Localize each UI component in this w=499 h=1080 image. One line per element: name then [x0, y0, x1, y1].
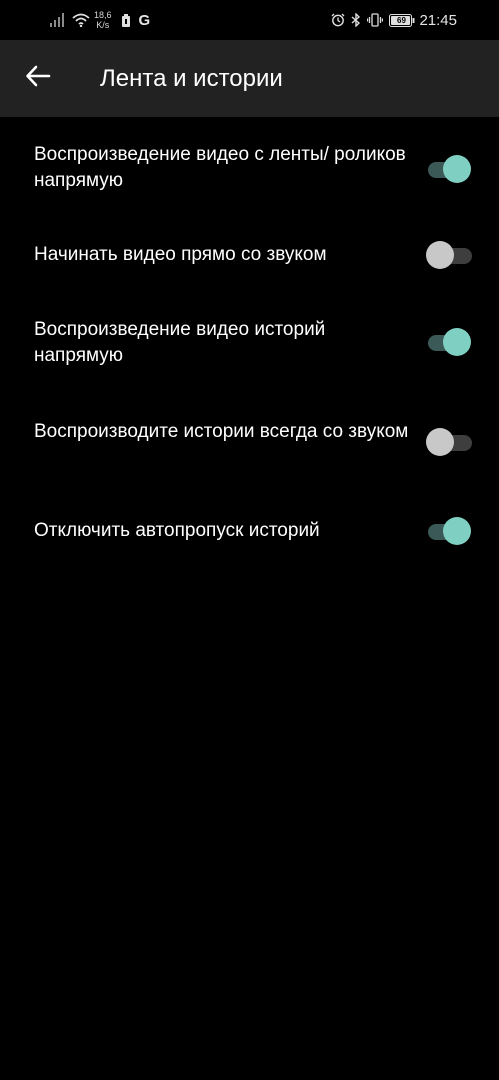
back-button[interactable]: [22, 62, 54, 94]
bluetooth-icon: [351, 13, 361, 27]
setting-feed-video-autoplay[interactable]: Воспроизведение видео с ленты/ роликов н…: [0, 139, 499, 199]
setting-label: Воспроизводите истории всегда со звуком: [34, 421, 409, 442]
setting-label: Начинать видео прямо со звуком: [34, 244, 327, 265]
toolbar: Лента и истории: [0, 40, 499, 117]
toggle-switch[interactable]: [426, 328, 472, 356]
google-icon: G: [138, 11, 151, 29]
toggle-thumb: [426, 428, 454, 456]
setting-label: Воспроизведение видео с ленты/ роликов н…: [34, 144, 406, 191]
battery-icon: 69: [389, 13, 415, 27]
setting-stories-video-autoplay[interactable]: Воспроизведение видео историй напрямую: [0, 315, 499, 375]
vibrate-icon: [367, 13, 384, 27]
setting-label: Воспроизведение видео историй напрямую: [34, 319, 326, 366]
clock: 21:45: [419, 11, 457, 29]
toggle-switch[interactable]: [426, 155, 472, 183]
setting-video-sound[interactable]: Начинать видео прямо со звуком: [0, 237, 499, 273]
toggle-thumb: [443, 155, 471, 183]
alarm-icon: [331, 13, 345, 27]
battery-saver-icon: [121, 13, 130, 27]
toggle-thumb: [443, 328, 471, 356]
status-bar: 18,6 K/s G 69 21:45: [0, 0, 499, 40]
setting-stories-autoskip[interactable]: Отключить автопропуск историй: [0, 513, 499, 549]
setting-stories-sound[interactable]: Воспроизводите истории всегда со звуком: [0, 417, 499, 477]
toggle-thumb: [426, 241, 454, 269]
network-speed-unit: K/s: [96, 20, 110, 30]
network-speed-value: 18,6: [94, 10, 112, 20]
toggle-switch[interactable]: [426, 428, 472, 456]
toggle-thumb: [443, 517, 471, 545]
toggle-switch[interactable]: [426, 517, 472, 545]
arrow-left-icon: [25, 65, 51, 92]
status-bar-left: 18,6 K/s G: [50, 8, 150, 32]
signal-icon: [50, 13, 66, 27]
network-speed: 18,6 K/s: [94, 10, 112, 30]
page-title: Лента и истории: [100, 65, 283, 92]
status-bar-right: 69 21:45: [331, 8, 457, 32]
setting-label: Отключить автопропуск историй: [34, 520, 320, 541]
wifi-icon: [72, 13, 90, 27]
toggle-switch[interactable]: [426, 241, 472, 269]
battery-level: 69: [397, 15, 406, 25]
